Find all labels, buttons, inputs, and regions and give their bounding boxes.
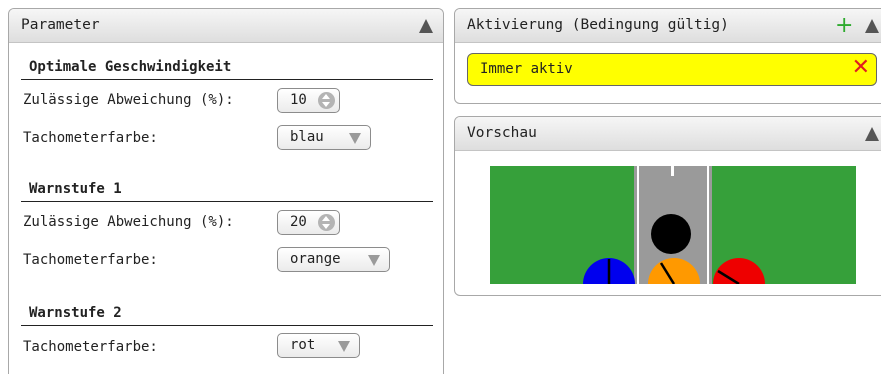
speedometer-color-label: Tachometerfarbe:	[23, 130, 158, 146]
preview-panel-header[interactable]: Vorschau	[455, 117, 881, 151]
speedometer-color-value: rot	[290, 337, 316, 353]
spinner-icon[interactable]	[318, 92, 335, 109]
deviation-value: 20	[290, 214, 307, 230]
deviation-label: Zulässige Abweichung (%):	[23, 214, 234, 230]
speedometer-color-select-warning-1[interactable]: orange	[277, 247, 390, 272]
road-center-marking	[671, 166, 674, 176]
section-title-optimal-speed: Optimale Geschwindigkeit	[29, 59, 232, 75]
road-edge-right	[707, 166, 709, 284]
collapse-icon[interactable]	[865, 127, 879, 141]
activation-panel-header[interactable]: Aktivierung (Bedingung gültig) +	[455, 9, 881, 43]
chevron-down-icon	[338, 341, 350, 352]
section-divider	[21, 201, 433, 202]
speedometer-color-label: Tachometerfarbe:	[23, 339, 158, 355]
speedometer-color-value: orange	[290, 251, 341, 267]
deviation-label: Zulässige Abweichung (%):	[23, 92, 234, 108]
deviation-value: 10	[290, 92, 307, 108]
speedometer-color-label: Tachometerfarbe:	[23, 252, 158, 268]
deviation-stepper-optimal[interactable]: 10	[277, 88, 340, 113]
section-title-warning-1: Warnstufe 1	[29, 181, 122, 197]
parameter-panel-title: Parameter	[21, 17, 100, 33]
chevron-down-icon	[368, 255, 380, 266]
road-edge-left	[637, 166, 639, 284]
activation-panel-title: Aktivierung (Bedingung gültig)	[467, 17, 729, 33]
condition-text: Immer aktiv	[480, 61, 573, 77]
preview-panel-title: Vorschau	[467, 125, 537, 141]
plus-icon[interactable]: +	[835, 13, 853, 38]
activation-panel: Aktivierung (Bedingung gültig) + Immer a…	[454, 8, 881, 104]
collapse-icon[interactable]	[419, 19, 433, 33]
section-divider	[21, 325, 433, 326]
parameter-panel-header[interactable]: Parameter	[9, 9, 443, 43]
preview-panel: Vorschau	[454, 116, 881, 296]
speedometer-color-select-optimal[interactable]: blau	[277, 125, 371, 150]
section-title-warning-2: Warnstufe 2	[29, 305, 122, 321]
parameter-panel: Parameter Optimale Geschwindigkeit Zuläs…	[8, 8, 444, 374]
spinner-icon[interactable]	[318, 214, 335, 231]
chevron-down-icon	[349, 133, 361, 144]
close-icon[interactable]: ✕	[852, 55, 870, 80]
vehicle-marker	[651, 214, 691, 254]
preview-canvas	[490, 166, 856, 284]
condition-item[interactable]: Immer aktiv ✕	[467, 53, 877, 86]
speedometer-color-value: blau	[290, 129, 324, 145]
section-divider	[21, 79, 433, 80]
speedometer-color-select-warning-2[interactable]: rot	[277, 333, 360, 358]
deviation-stepper-warning-1[interactable]: 20	[277, 210, 340, 235]
collapse-icon[interactable]	[865, 19, 879, 33]
